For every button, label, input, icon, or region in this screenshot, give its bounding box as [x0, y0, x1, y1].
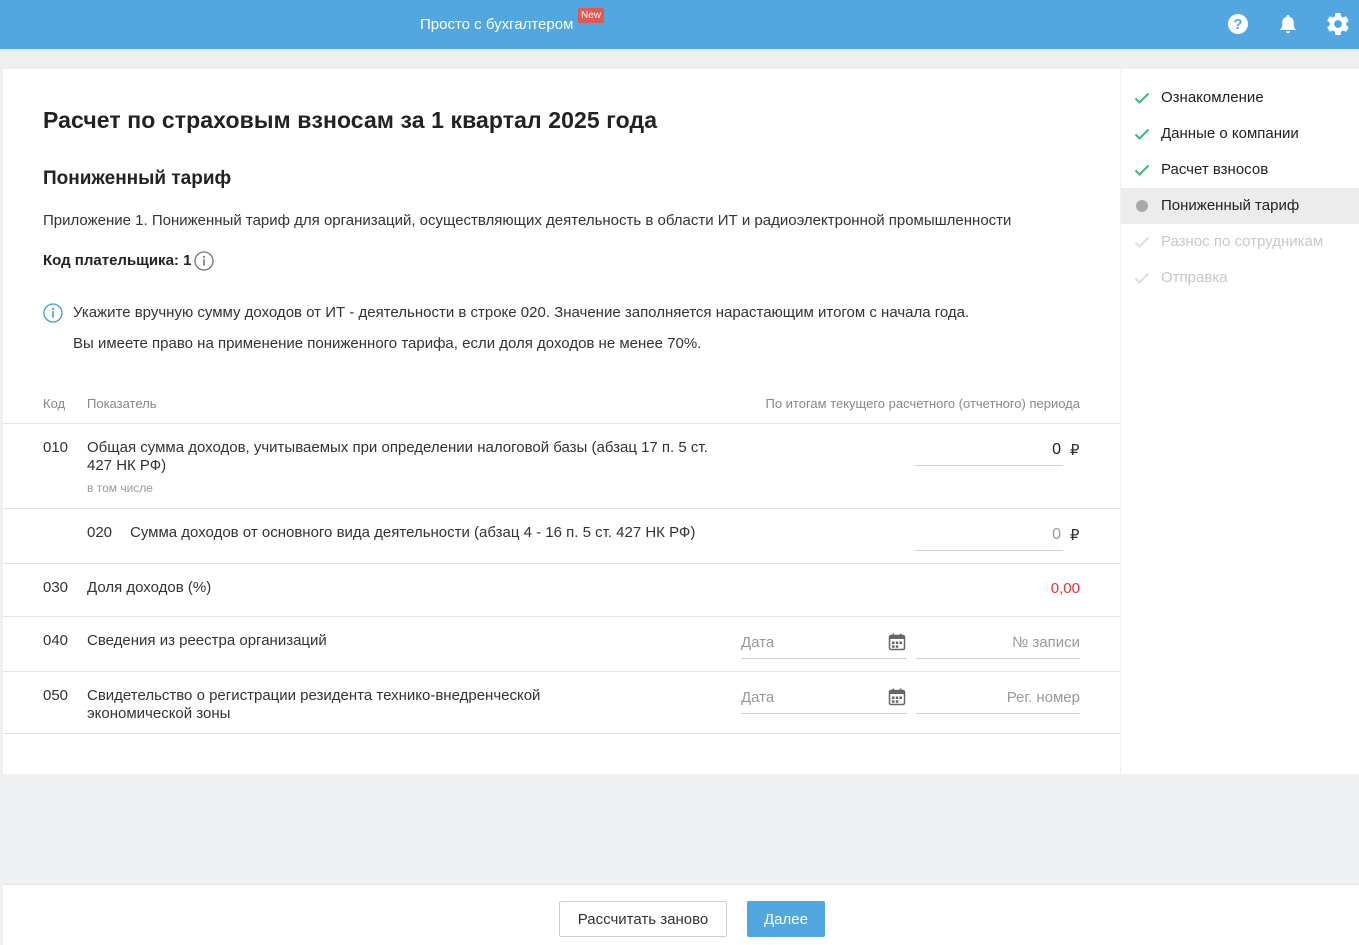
divider — [3, 733, 1120, 734]
step-reduced-tariff[interactable]: Пониженный тариф — [1121, 188, 1359, 224]
record-number-placeholder: № записи — [1012, 634, 1080, 651]
current-step-dot-icon — [1134, 198, 1150, 214]
row-label: Доля доходов (%) — [87, 579, 212, 596]
info-icon[interactable] — [194, 251, 214, 271]
col-head-period: По итогам текущего расчетного (отчетного… — [765, 396, 1080, 411]
step-company-data[interactable]: Данные о компании — [1121, 116, 1359, 152]
row-code: 040 — [43, 632, 69, 649]
row-label-cont: экономической зоны — [87, 705, 231, 722]
row-label-cont: 427 НК РФ) — [87, 457, 167, 474]
step-contributions-calc[interactable]: Расчет взносов — [1121, 152, 1359, 188]
divider — [3, 616, 1120, 617]
step-label: Ознакомление — [1161, 89, 1264, 106]
main-card: Расчет по страховым взносам за 1 квартал… — [3, 69, 1120, 774]
section-title: Пониженный тариф — [43, 168, 232, 189]
notice-info-icon — [43, 303, 63, 323]
income-share-value: 0,00 — [1050, 580, 1080, 597]
check-icon — [1134, 270, 1150, 286]
certificate-date-field[interactable]: Дата — [741, 682, 907, 714]
divider — [3, 563, 1120, 564]
step-submission: Отправка — [1121, 260, 1359, 296]
row-code: 020 — [87, 524, 113, 541]
divider — [3, 671, 1120, 672]
step-label: Отправка — [1161, 269, 1228, 286]
registry-date-field[interactable]: Дата — [741, 627, 907, 659]
next-button[interactable]: Далее — [747, 901, 825, 937]
check-icon — [1134, 90, 1150, 106]
divider — [3, 508, 1120, 509]
step-employee-distribution: Разнос по сотрудникам — [1121, 224, 1359, 260]
divider — [3, 423, 1120, 424]
step-label: Пониженный тариф — [1161, 197, 1300, 214]
notice-line-1: Укажите вручную сумму доходов от ИТ - де… — [73, 304, 970, 321]
col-head-code: Код — [43, 396, 66, 411]
recalculate-button[interactable]: Рассчитать заново — [559, 901, 727, 937]
row-label: Сведения из реестра организаций — [87, 632, 327, 649]
row-code: 050 — [43, 687, 69, 704]
help-icon[interactable]: ? — [1227, 13, 1249, 35]
main-activity-income-input[interactable]: 0 — [915, 521, 1063, 551]
reg-number-placeholder: Рег. номер — [1006, 689, 1080, 706]
notice-line-2: Вы имеете право на применение пониженног… — [73, 335, 702, 352]
step-label: Расчет взносов — [1161, 161, 1269, 178]
col-head-indicator: Показатель — [87, 396, 157, 411]
row-code: 010 — [43, 439, 69, 456]
top-bar: Просто с бухгалтером New ? — [0, 0, 1359, 49]
registry-record-number-field[interactable]: № записи — [916, 627, 1080, 659]
step-label: Разнос по сотрудникам — [1161, 233, 1324, 250]
new-badge: New — [578, 8, 605, 23]
row-code: 030 — [43, 579, 69, 596]
row-label: Общая сумма доходов, учитываемых при опр… — [87, 439, 708, 456]
payer-code: Код плательщика: 1 — [43, 252, 192, 269]
row-label: Сумма доходов от основного вида деятельн… — [130, 524, 696, 541]
currency-symbol: ₽ — [1070, 527, 1080, 544]
date-placeholder: Дата — [741, 689, 775, 706]
appendix-text: Приложение 1. Пониженный тариф для орган… — [43, 212, 1012, 229]
row-label: Свидетельство о регистрации резидента те… — [87, 687, 541, 704]
certificate-reg-number-field[interactable]: Рег. номер — [916, 682, 1080, 714]
total-income-input[interactable]: 0 — [915, 436, 1063, 466]
page-title: Расчет по страховым взносам за 1 квартал… — [43, 107, 658, 133]
currency-symbol: ₽ — [1070, 442, 1080, 459]
svg-text:?: ? — [1233, 16, 1242, 33]
check-icon — [1134, 126, 1150, 142]
step-introduction[interactable]: Ознакомление — [1121, 80, 1359, 116]
check-icon — [1134, 162, 1150, 178]
row-sublabel: в том числе — [87, 481, 153, 495]
calendar-icon[interactable] — [887, 687, 907, 707]
step-label: Данные о компании — [1161, 125, 1299, 142]
promo-link[interactable]: Просто с бухгалтером — [420, 16, 573, 34]
bell-icon[interactable] — [1277, 13, 1299, 35]
date-placeholder: Дата — [741, 634, 775, 651]
gear-icon[interactable] — [1327, 13, 1349, 35]
steps-sidebar: Ознакомление Данные о компании Расчет вз… — [1121, 69, 1359, 774]
check-icon — [1134, 234, 1150, 250]
footer-bar: Рассчитать заново Далее — [3, 884, 1359, 945]
calendar-icon[interactable] — [887, 632, 907, 652]
